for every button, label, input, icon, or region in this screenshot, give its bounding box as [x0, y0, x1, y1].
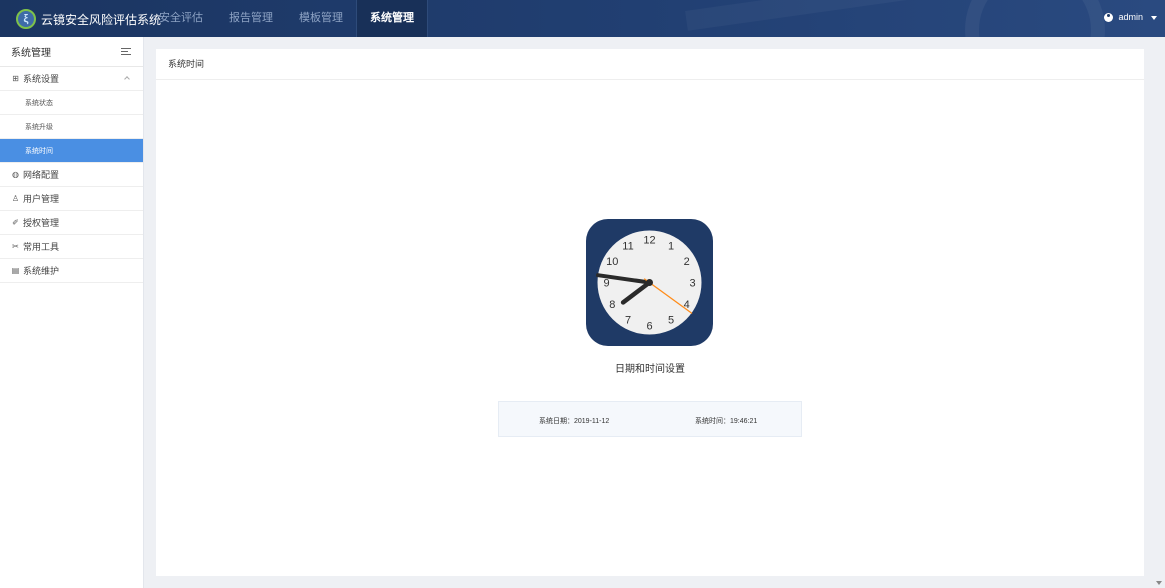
system-date: 系统日期：2019-11-12 [539, 418, 610, 425]
clock-numeral: 2 [684, 256, 690, 268]
clock-numeral: 12 [643, 235, 655, 247]
nav-system-management[interactable]: 系统管理 [356, 0, 428, 37]
sidebar-group-users[interactable]: ♙ 用户管理 [0, 187, 143, 211]
username: admin [1118, 12, 1143, 22]
tools-icon: ✂ [12, 242, 19, 251]
clock-numeral: 3 [689, 278, 695, 290]
user-icon: ♙ [11, 194, 20, 203]
clock-numeral: 10 [606, 256, 618, 268]
clock-center-dot [646, 279, 653, 286]
globe-icon: ◍ [12, 170, 19, 179]
datetime-info-bar: 系统日期：2019-11-12 系统时间：19:46:21 [498, 401, 802, 437]
user-menu[interactable]: admin [1104, 12, 1143, 22]
clock-caption: 日期和时间设置 [615, 364, 685, 375]
sidebar-group-label: 网络配置 [23, 170, 60, 180]
chevron-up-icon [124, 76, 130, 82]
main-nav: 安全评估 报告管理 模板管理 系统管理 [146, 0, 428, 37]
header-decoration [685, 0, 985, 31]
panel-title: 系统时间 [156, 49, 1144, 80]
logo-icon: ξ [16, 9, 36, 29]
brand[interactable]: ξ 云镜安全风险评估系统 [16, 8, 161, 30]
clock-numeral: 7 [625, 315, 631, 327]
sidebar-group-system-settings[interactable]: ⊞ 系统设置 [0, 67, 143, 91]
clock-numeral: 1 [668, 240, 674, 252]
clock-numeral: 11 [622, 240, 633, 252]
sidebar-group-label: 授权管理 [23, 218, 60, 228]
sidebar-group-network[interactable]: ◍ 网络配置 [0, 163, 143, 187]
sidebar-group-label: 系统设置 [23, 74, 60, 84]
sidebar-item-system-status[interactable]: 系统状态 [0, 91, 143, 115]
system-time: 系统时间：19:46:21 [695, 418, 758, 425]
sidebar-item-system-upgrade[interactable]: 系统升级 [0, 115, 143, 139]
nav-template-management[interactable]: 模板管理 [286, 0, 356, 37]
menu-collapse-icon[interactable] [121, 47, 131, 56]
top-navbar: ξ 云镜安全风险评估系统 安全评估 报告管理 模板管理 系统管理 admin [0, 0, 1165, 37]
nav-security-assessment[interactable]: 安全评估 [146, 0, 216, 37]
main-panel: 系统时间 12 1 2 3 4 5 6 7 8 9 10 11 日期和时间设置 系统日期：2019-1… [156, 49, 1144, 576]
clock-numeral: 8 [609, 299, 615, 311]
grid-icon: ⊞ [12, 74, 19, 83]
nav-report-management[interactable]: 报告管理 [216, 0, 286, 37]
monitor-icon: ▤ [11, 266, 20, 275]
sidebar-group-label: 常用工具 [23, 242, 60, 252]
clock-numeral: 9 [603, 278, 609, 290]
clock-numeral: 5 [668, 315, 674, 327]
sidebar-group-label: 用户管理 [23, 194, 60, 204]
sidebar-item-system-time[interactable]: 系统时间 [0, 139, 143, 163]
clock-numeral: 6 [646, 321, 652, 333]
app-title: 云镜安全风险评估系统 [41, 12, 162, 27]
clock-svg: 12 1234567891011 [586, 219, 713, 346]
sidebar-title: 系统管理 [11, 48, 51, 59]
header-decoration [965, 0, 1105, 37]
sidebar-group-license[interactable]: ✐ 授权管理 [0, 211, 143, 235]
user-avatar-icon [1104, 12, 1114, 22]
chevron-down-icon[interactable] [1151, 16, 1157, 20]
clock-icon[interactable]: 12 1 2 3 4 5 6 7 8 9 10 11 [586, 219, 713, 346]
sidebar-group-tools[interactable]: ✂ 常用工具 [0, 235, 143, 259]
sidebar-group-label: 系统维护 [23, 266, 60, 276]
sidebar: 系统管理 ⊞ 系统设置 系统状态 系统升级 系统时间 ◍ 网络配置 ♙ 用户管理… [0, 37, 144, 588]
scroll-down-icon[interactable] [1156, 581, 1162, 585]
sidebar-group-maintenance[interactable]: ▤ 系统维护 [0, 259, 143, 283]
pen-icon: ✐ [12, 218, 19, 227]
sidebar-header: 系统管理 [0, 37, 143, 67]
